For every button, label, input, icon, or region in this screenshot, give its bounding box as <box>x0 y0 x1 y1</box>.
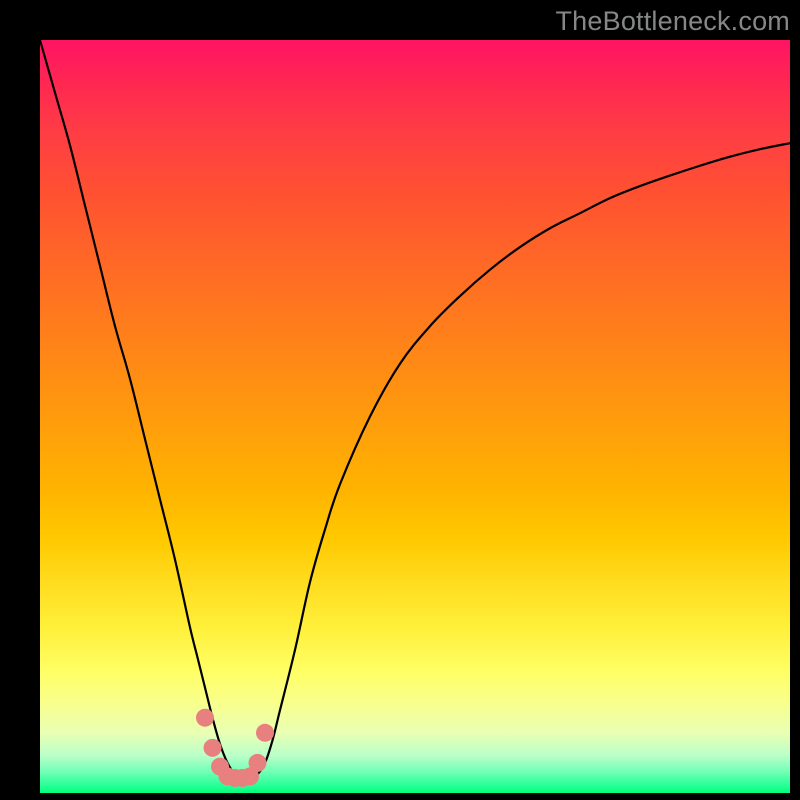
curve-path <box>40 40 790 778</box>
valley-marker <box>196 709 214 727</box>
plot-area <box>40 40 790 793</box>
valley-marker <box>256 724 274 742</box>
valley-marker <box>249 754 267 772</box>
valley-markers <box>196 709 274 787</box>
bottleneck-curve <box>40 40 790 793</box>
valley-marker <box>204 739 222 757</box>
chart-frame: TheBottleneck.com <box>0 0 800 800</box>
watermark-text: TheBottleneck.com <box>555 6 790 37</box>
